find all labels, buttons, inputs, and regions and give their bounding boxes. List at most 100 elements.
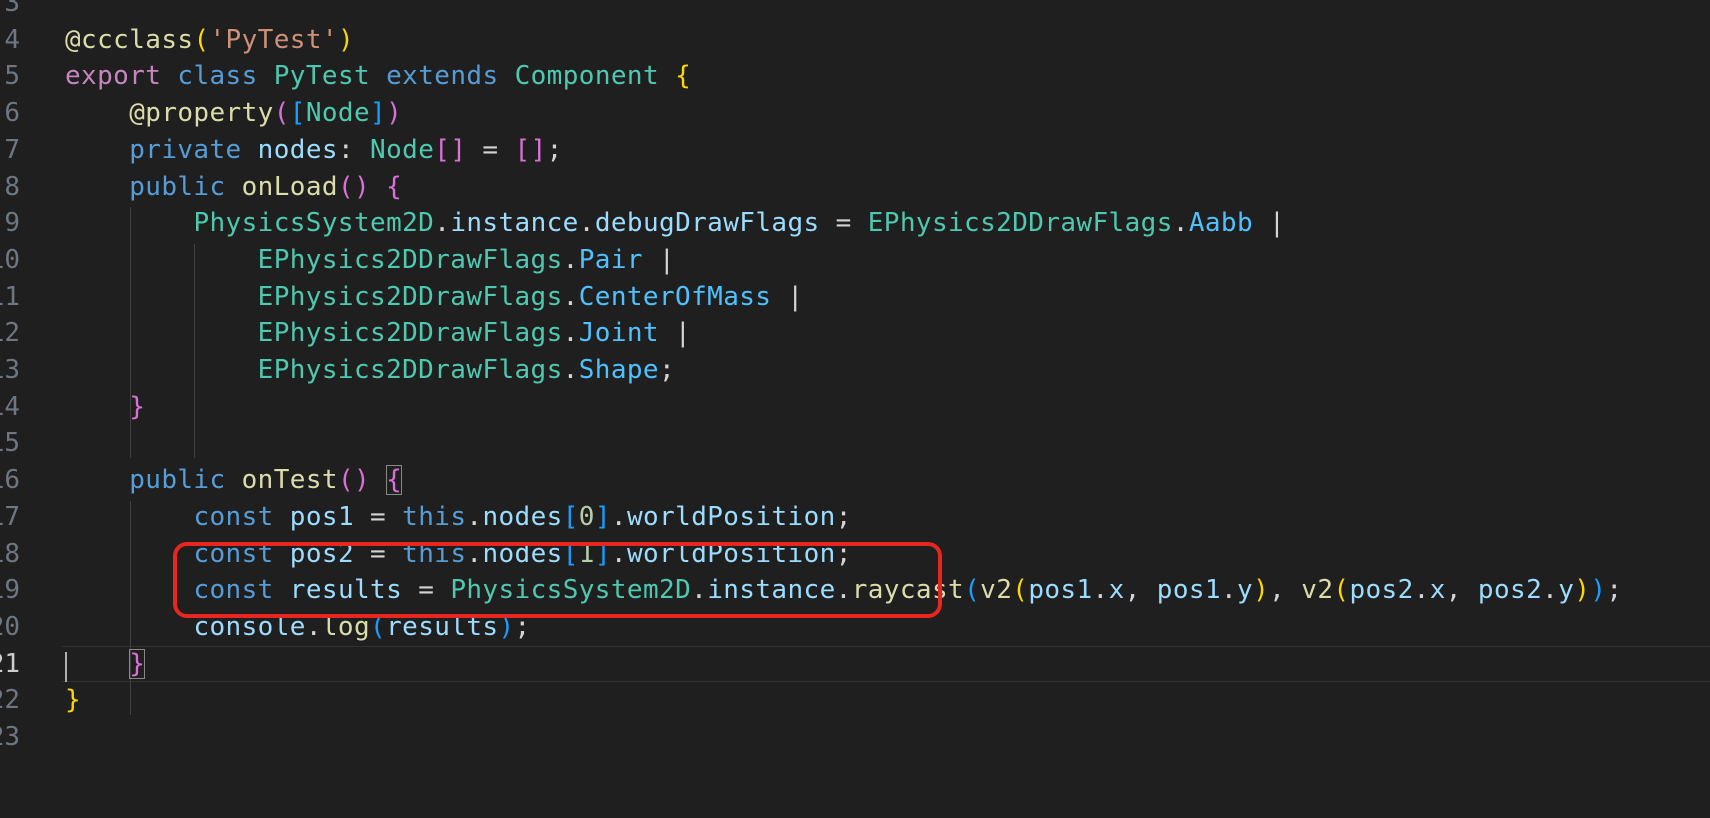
code-token: 0 (578, 501, 595, 532)
code-token: Shape (578, 355, 659, 385)
code-text[interactable]: public onTest() { (65, 460, 403, 500)
code-text[interactable]: EPhysics2DDrawFlags.Shape; (65, 350, 675, 390)
code-token: , (1269, 575, 1302, 606)
code-text[interactable]: PhysicsSystem2D.instance.debugDrawFlags … (65, 203, 1285, 243)
code-token: v2 (1301, 575, 1334, 606)
code-token: ) (1590, 575, 1607, 606)
code-token: = (466, 134, 515, 165)
code-text[interactable]: public onLoad() { (65, 167, 402, 207)
code-text[interactable]: private nodes: Node[] = []; (65, 130, 563, 170)
line-number: 8 (4, 171, 20, 202)
code-token: ( (964, 575, 981, 606)
code-line[interactable]: 14 } (0, 387, 1710, 427)
line-number: 19 (0, 575, 20, 606)
code-token: pos1 (1156, 575, 1221, 606)
code-token: ) (337, 24, 354, 55)
annotation-box (173, 542, 942, 618)
code-token: this (402, 501, 467, 532)
code-token: Joint (578, 318, 659, 349)
code-token: . (562, 281, 579, 312)
code-text[interactable]: EPhysics2DDrawFlags.CenterOfMass | (65, 277, 803, 317)
code-token: worldPosition (626, 501, 836, 532)
code-token: class (177, 61, 258, 92)
code-token: ] (594, 501, 611, 532)
code-token: : (337, 134, 371, 165)
code-text[interactable]: const pos1 = this.nodes[0].worldPosition… (65, 497, 852, 537)
code-line[interactable]: 12 EPhysics2DDrawFlags.Joint | (0, 313, 1710, 353)
code-line[interactable]: 6 @property([Node]) (0, 93, 1710, 133)
code-text[interactable]: } (65, 680, 81, 720)
code-line[interactable]: 11 EPhysics2DDrawFlags.CenterOfMass | (0, 277, 1710, 317)
code-line[interactable]: 8 public onLoad() { (0, 167, 1710, 207)
code-token: pos2 (1349, 575, 1414, 606)
code-token: ( (1333, 575, 1350, 606)
code-token: . (610, 501, 627, 532)
code-line[interactable]: 7 private nodes: Node[] = []; (0, 130, 1710, 170)
code-token: EPhysics2DDrawFlags (257, 281, 563, 312)
code-token: } (129, 391, 146, 422)
code-token: () (337, 465, 371, 496)
code-text[interactable]: EPhysics2DDrawFlags.Joint | (65, 313, 691, 353)
code-token: onTest (241, 465, 338, 496)
code-line[interactable]: 10 EPhysics2DDrawFlags.Pair | (0, 240, 1710, 280)
line-number: 4 (4, 24, 20, 55)
code-text[interactable]: } (65, 387, 145, 427)
code-token: EPhysics2DDrawFlags (867, 208, 1173, 239)
code-line[interactable]: 17 const pos1 = this.nodes[0].worldPosit… (0, 497, 1710, 537)
code-token: 'PyTest' (209, 24, 338, 55)
code-token: . (562, 244, 579, 275)
code-line[interactable]: 9 PhysicsSystem2D.instance.debugDrawFlag… (0, 203, 1710, 243)
code-line[interactable]: 22} (0, 680, 1710, 720)
code-token: pos1 (1028, 575, 1093, 606)
line-number: 22 (0, 685, 20, 716)
code-token: | (659, 318, 692, 349)
line-number: 14 (0, 391, 20, 422)
code-token: [ (562, 501, 579, 532)
code-token: export (65, 61, 162, 92)
code-token: | (642, 244, 676, 275)
code-token: { (675, 61, 692, 92)
code-line[interactable]: 21 } (0, 644, 1710, 684)
code-token: . (1092, 575, 1109, 606)
code-text[interactable]: @property([Node]) (65, 93, 402, 133)
code-line[interactable]: 4 @ccclass('PyTest') (0, 20, 1710, 60)
code-editor[interactable]: 3 4 @ccclass('PyTest') 5 export class PyTest… (0, 0, 1710, 818)
code-token: EPhysics2DDrawFlags (257, 244, 563, 275)
code-text[interactable]: EPhysics2DDrawFlags.Pair | (65, 240, 675, 280)
code-token: . (434, 208, 451, 239)
code-text[interactable]: @ccclass('PyTest') (65, 20, 354, 60)
code-token: , (1124, 575, 1157, 606)
code-token: . (1220, 575, 1238, 606)
code-token: instance (450, 208, 579, 239)
code-token: public (129, 465, 226, 496)
line-number: 20 (0, 611, 20, 642)
code-line[interactable]: 13 EPhysics2DDrawFlags.Shape; (0, 350, 1710, 390)
code-line[interactable]: 23 (0, 717, 1710, 757)
code-token: ; (1606, 575, 1623, 606)
line-number: 23 (0, 722, 20, 752)
code-token: { (386, 171, 403, 202)
code-token: . (562, 355, 579, 385)
line-number: 7 (4, 134, 20, 165)
code-token: | (1253, 208, 1286, 239)
code-line[interactable]: 5 export class PyTest extends Component { (0, 56, 1710, 96)
line-number: 10 (0, 244, 20, 275)
code-token: y (1558, 575, 1575, 606)
code-text[interactable]: export class PyTest extends Component { (65, 56, 691, 96)
code-text[interactable]: } (65, 644, 146, 684)
line-number: 15 (0, 428, 20, 459)
code-line[interactable]: 15 (0, 423, 1710, 463)
code-line[interactable]: 16 public onTest() { (0, 460, 1710, 500)
line-number: 21 (0, 648, 20, 679)
code-token: , (1445, 575, 1478, 606)
code-token: x (1108, 575, 1125, 606)
